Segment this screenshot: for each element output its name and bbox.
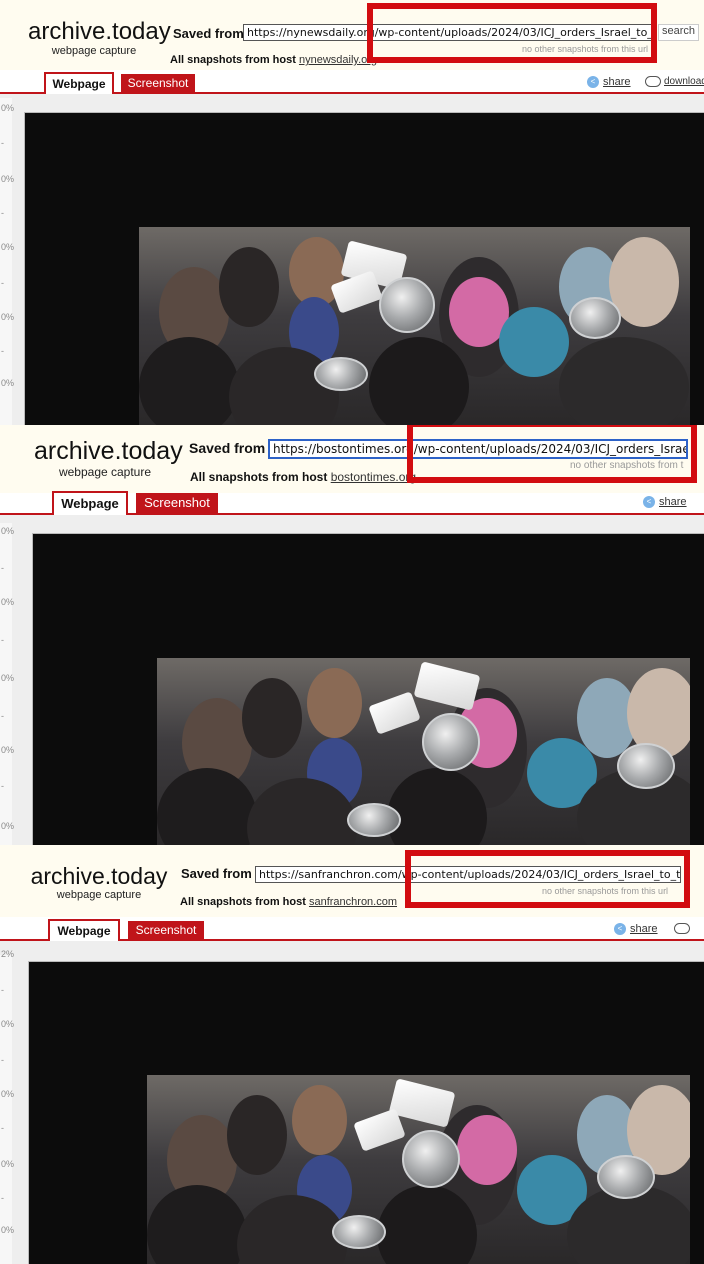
all-snapshots-label: All snapshots from host xyxy=(180,896,306,908)
ruler-tick: 0% xyxy=(1,174,15,184)
ruler-tick: - xyxy=(1,635,4,645)
ruler-tick: 0% xyxy=(1,1159,15,1169)
tab-bar: Webpage Screenshot < share download xyxy=(0,72,704,94)
ruler-tick: - xyxy=(1,208,4,218)
ruler-tick: 0% xyxy=(1,526,15,536)
tab-screenshot[interactable]: Screenshot xyxy=(128,921,204,939)
zoom-ruler: 0% - 0% - 0% - 0% - 0% xyxy=(0,523,15,845)
crowd-photo xyxy=(139,227,690,425)
capture-panel-3: archive.today webpage capture Saved from… xyxy=(0,845,704,1264)
archive-logo[interactable]: archive.today webpage capture xyxy=(28,18,171,57)
zoom-ruler: 0% - 0% - 0% - 0% - 0% xyxy=(0,98,15,425)
ruler-tick: - xyxy=(1,711,4,721)
tab-screenshot[interactable]: Screenshot xyxy=(121,74,195,92)
saved-from-label: Saved from xyxy=(189,440,266,456)
share-icon: < xyxy=(587,76,599,89)
capture-panel-2: archive.today webpage capture Saved from… xyxy=(0,425,704,845)
logo-subtitle: webpage capture xyxy=(51,45,137,57)
saved-from-label: Saved from xyxy=(173,26,244,41)
ruler-tick: 0% xyxy=(1,597,15,607)
crowd-photo xyxy=(157,658,690,845)
tab-bar: Webpage Screenshot < share xyxy=(0,491,704,515)
ruler-tick: 0% xyxy=(1,1019,15,1029)
ruler-tick: - xyxy=(1,1055,4,1065)
download-link[interactable] xyxy=(674,923,693,934)
crowd-photo xyxy=(147,1075,690,1264)
host-link[interactable]: nynewsdaily.org xyxy=(299,54,377,66)
capture-panel-1: archive.today webpage capture Saved from… xyxy=(0,0,704,425)
ruler-tick: 0% xyxy=(1,242,15,252)
saved-from-label: Saved from xyxy=(181,866,252,881)
ruler-tick: 0% xyxy=(1,1225,15,1235)
highlight-box xyxy=(367,3,657,63)
share-link[interactable]: < share xyxy=(614,923,658,936)
ruler-tick: - xyxy=(1,1193,4,1203)
zoom-ruler: 2% - 0% - 0% - 0% - 0% xyxy=(0,949,15,1264)
all-snapshots-line: All snapshots from host nynewsdaily.org xyxy=(170,54,377,66)
share-icon: < xyxy=(614,923,626,936)
ruler-tick: - xyxy=(1,138,4,148)
share-icon: < xyxy=(643,496,655,509)
host-link[interactable]: sanfranchron.com xyxy=(309,896,397,908)
ruler-tick: - xyxy=(1,985,4,995)
logo-title: archive.today xyxy=(30,863,168,889)
download-link[interactable]: download xyxy=(645,76,704,87)
tab-webpage[interactable]: Webpage xyxy=(48,919,120,941)
all-snapshots-line: All snapshots from host bostontimes.org xyxy=(190,470,416,484)
ruler-tick: 0% xyxy=(1,821,15,831)
logo-title: archive.today xyxy=(34,437,183,465)
tab-screenshot[interactable]: Screenshot xyxy=(136,493,218,513)
ruler-tick: 0% xyxy=(1,1089,15,1099)
tab-bar: Webpage Screenshot < share xyxy=(0,917,704,941)
ruler-tick: - xyxy=(1,278,4,288)
ruler-tick: 0% xyxy=(1,378,15,388)
cloud-download-icon xyxy=(645,76,661,87)
all-snapshots-label: All snapshots from host xyxy=(190,470,328,484)
share-link[interactable]: < share xyxy=(587,76,631,89)
highlight-box xyxy=(407,425,697,483)
ruler-tick: 0% xyxy=(1,745,15,755)
ruler-tick: - xyxy=(1,781,4,791)
ruler-tick: 2% xyxy=(1,949,15,959)
all-snapshots-label: All snapshots from host xyxy=(170,54,296,66)
cloud-download-icon xyxy=(674,923,690,934)
tab-webpage[interactable]: Webpage xyxy=(52,491,128,515)
all-snapshots-line: All snapshots from host sanfranchron.com xyxy=(180,896,397,908)
ruler-tick: 0% xyxy=(1,103,15,113)
ruler-tick: - xyxy=(1,346,4,356)
archive-logo[interactable]: archive.today webpage capture xyxy=(34,437,183,479)
archive-logo[interactable]: archive.today webpage capture xyxy=(30,865,168,901)
host-link[interactable]: bostontimes.org xyxy=(331,470,416,484)
share-link[interactable]: < share xyxy=(643,496,687,509)
highlight-box xyxy=(405,850,690,908)
ruler-tick: 0% xyxy=(1,673,15,683)
logo-title: archive.today xyxy=(28,18,171,45)
search-button[interactable]: search xyxy=(658,24,700,41)
ruler-tick: 0% xyxy=(1,312,15,322)
ruler-tick: - xyxy=(1,563,4,573)
logo-subtitle: webpage capture xyxy=(56,889,142,901)
logo-subtitle: webpage capture xyxy=(58,465,152,479)
ruler-tick: - xyxy=(1,1123,4,1133)
tab-webpage[interactable]: Webpage xyxy=(44,72,114,94)
